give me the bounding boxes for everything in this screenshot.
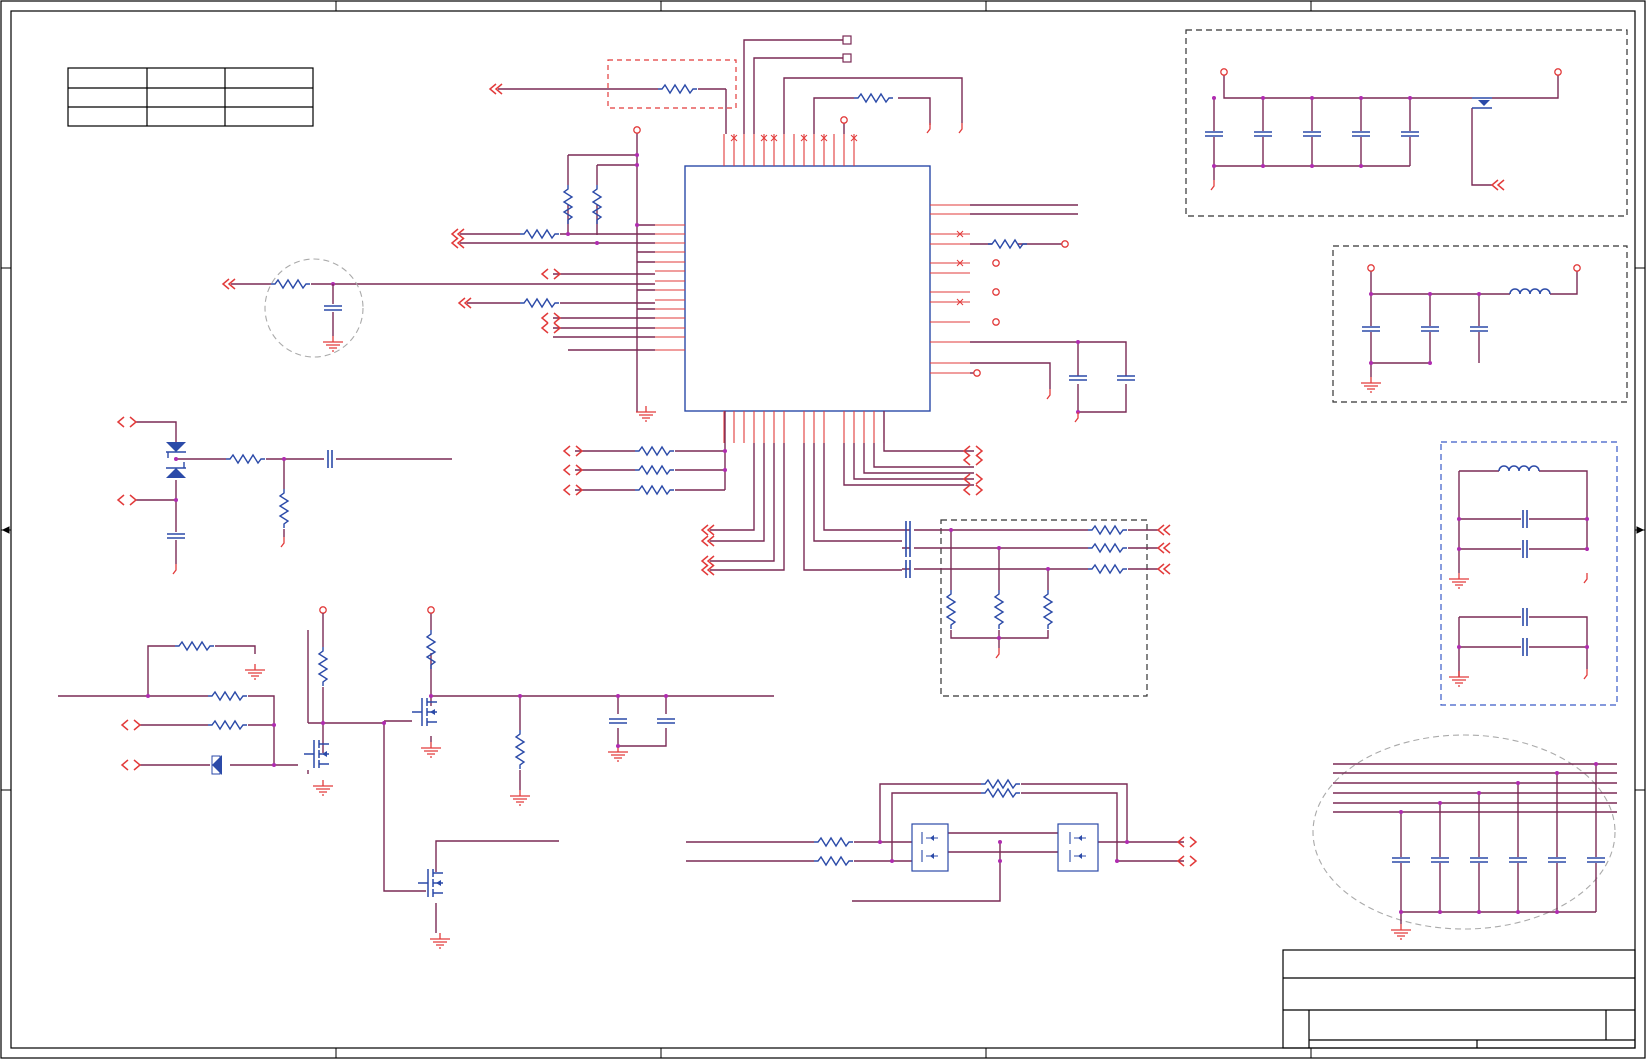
ic-top-wiring [743,35,963,134]
decoupling-block-blue [1440,441,1618,706]
decoupling-bank-group [1312,734,1617,940]
ic-right-wiring [970,204,1127,413]
rc-filter-group [264,258,364,358]
ldo-block [1185,29,1628,217]
lc-filter-block [1332,245,1628,403]
schematic-sheet [0,0,1646,1059]
revision-table [67,67,314,127]
ic-right-parts [973,239,1136,423]
red-dashed-block [489,59,737,134]
main-ic [655,134,970,443]
esd-diode-circuit [117,416,452,575]
ic-bottom-parts [563,445,983,576]
sheet-frame [0,0,1646,1059]
power-switch-circuit [58,606,774,949]
title-block [1282,949,1636,1049]
termination-block [902,519,1171,697]
switch-pair-circuit [686,779,1197,902]
ic-left-wiring [231,130,655,412]
